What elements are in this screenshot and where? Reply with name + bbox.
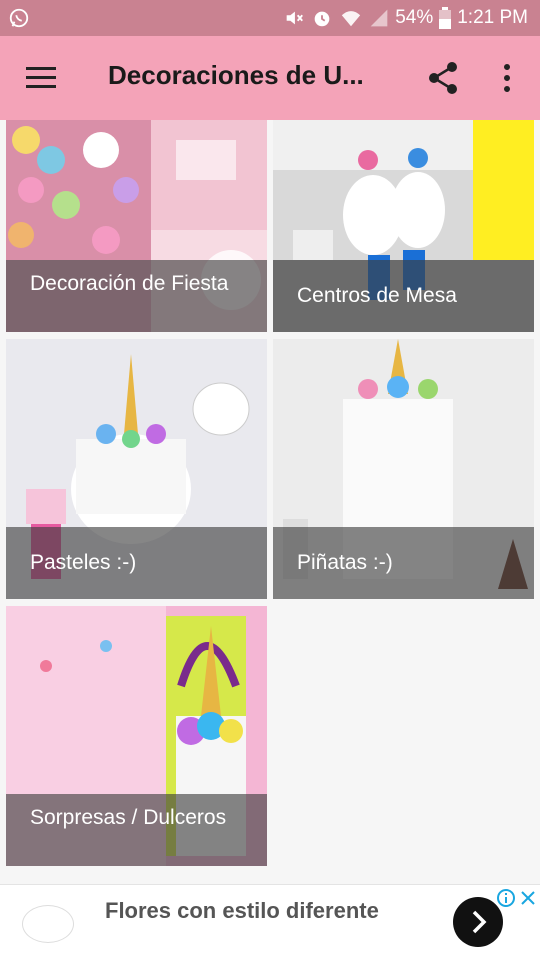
tile-label: Sorpresas / Dulceros [6, 794, 267, 866]
alarm-icon [314, 11, 330, 27]
ad-next-button[interactable] [453, 897, 503, 947]
app-bar: Decoraciones de U... [0, 36, 540, 120]
tile-label: Pasteles :-) [6, 527, 267, 599]
battery-percent: 54% [395, 7, 434, 28]
wifi-icon [342, 11, 361, 27]
category-tile-pinatas[interactable]: Piñatas :-) [273, 339, 534, 599]
category-tile-centros[interactable]: Centros de Mesa [273, 120, 534, 332]
category-tile-sorpresas[interactable]: Sorpresas / Dulceros [6, 606, 267, 866]
ad-text: Flores con estilo diferente [105, 898, 379, 923]
tile-label: Decoración de Fiesta [6, 260, 267, 332]
tile-label: Centros de Mesa [273, 260, 534, 332]
chevron-right-icon [472, 910, 487, 934]
battery-icon [439, 7, 452, 29]
ad-logo [22, 905, 74, 943]
app-title: Decoraciones de U... [108, 60, 364, 90]
category-tile-decoracion[interactable]: Decoración de Fiesta [6, 120, 267, 332]
whatsapp-icon [9, 8, 29, 28]
status-icons: 54% 1:21 PM [283, 6, 528, 30]
ad-close-icon[interactable] [519, 889, 537, 907]
mute-icon [286, 11, 304, 25]
clock: 1:21 PM [457, 7, 528, 28]
status-bar: 54% 1:21 PM [0, 0, 540, 36]
signal-icon [370, 9, 388, 27]
menu-icon[interactable] [18, 56, 66, 100]
more-vert-icon[interactable] [490, 58, 524, 98]
tile-label: Piñatas :-) [273, 527, 534, 599]
category-tile-pasteles[interactable]: Pasteles :-) [6, 339, 267, 599]
share-icon[interactable] [424, 58, 464, 98]
